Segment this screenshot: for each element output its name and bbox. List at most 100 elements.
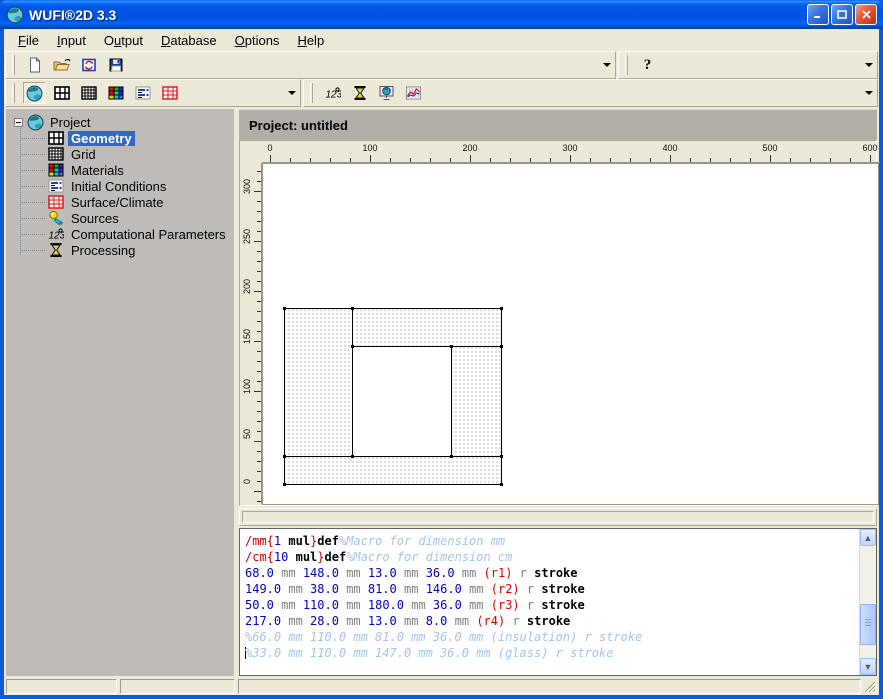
tree-item-sources[interactable]: Sources [48,210,122,226]
toolbar-grip[interactable] [12,83,15,103]
new-file-icon [27,57,43,73]
ruler-tick [257,331,261,332]
menu-options[interactable]: Options [227,31,288,50]
update-project-button[interactable] [77,54,100,76]
vertex-handle[interactable] [500,483,503,486]
code-line: 149.0 mm 38.0 mm 81.0 mm 146.0 mm (r2) r… [245,581,858,597]
ruler-label: 150 [242,329,253,344]
geometry-rect-r1[interactable] [284,308,353,457]
vertex-handle[interactable] [283,455,286,458]
geometry-rect-r4[interactable] [284,456,502,485]
vertex-handle[interactable] [351,345,354,348]
code-editor[interactable]: /mm{1 mul}def%Macro for dimension mm/cm{… [240,529,858,675]
main-area: ProjectGeometryGridMaterialsInitial Cond… [4,107,879,678]
scroll-up-button[interactable]: ▲ [860,529,876,546]
tree-item-grid[interactable]: Grid [48,146,99,162]
tree-item-label: Computational Parameters [68,227,229,242]
results-button[interactable] [375,82,398,104]
vertex-handle[interactable] [500,345,503,348]
maximize-button[interactable] [831,4,853,25]
vertex-handle[interactable] [283,307,286,310]
vertex-handle[interactable] [283,483,286,486]
tree-item-surface-climate[interactable]: Surface/Climate [48,194,166,210]
toolbar-grip[interactable] [625,55,628,75]
ruler-tick [257,401,261,402]
toolbar-overflow-icon[interactable] [288,91,296,95]
minimize-button[interactable] [807,4,829,25]
project-globe-button[interactable] [23,82,46,104]
status-panel-2 [120,679,235,694]
chart-button[interactable] [402,82,425,104]
computational-parameters-button[interactable]: 123 [321,82,344,104]
toolbar-overflow-icon[interactable] [603,63,611,67]
toolbar-grip[interactable] [310,83,313,103]
tree-item-geometry[interactable]: Geometry [48,130,135,146]
vertex-handle[interactable] [351,455,354,458]
open-folder-button[interactable] [50,54,73,76]
new-file-button[interactable] [23,54,46,76]
initial-conditions-icon [135,85,151,101]
ruler-tick [330,158,331,162]
menu-input[interactable]: Input [49,31,94,50]
surface-climate-button[interactable] [158,82,181,104]
ruler-tick [490,158,491,162]
ruler-tick [770,155,771,162]
menu-database[interactable]: Database [153,31,225,50]
toolbar-overflow-icon[interactable] [865,91,873,95]
help-button[interactable]: ? [636,54,659,76]
vertex-handle[interactable] [500,307,503,310]
tree-item-project[interactable]: Project [14,114,93,130]
scroll-down-button[interactable]: ▼ [860,658,876,675]
drawing-canvas[interactable] [262,163,879,505]
scroll-thumb[interactable] [860,604,876,644]
code-line: 217.0 mm 28.0 mm 13.0 mm 8.0 mm (r4) r s… [245,613,858,629]
menu-file[interactable]: File [10,31,47,50]
edit-strip-field[interactable] [242,511,874,523]
tree-item-computational-parameters[interactable]: 123Computational Parameters [48,226,229,242]
results-icon [378,85,395,101]
titlebar[interactable]: WUFI®2D 3.3 [0,0,883,29]
menu-output[interactable]: Output [96,31,151,50]
vertex-handle[interactable] [450,345,453,348]
tree-connector [20,154,46,155]
menu-help[interactable]: Help [289,31,332,50]
toolbar-process-band: 123 [303,79,878,107]
scroll-track[interactable] [860,546,876,658]
tree-item-materials[interactable]: Materials [48,162,127,178]
save-button[interactable] [104,54,127,76]
geometry-rect-r2[interactable] [352,308,502,347]
close-button[interactable] [855,4,877,25]
status-panel-1 [6,679,117,694]
grid-button[interactable] [77,82,100,104]
tree-connector [20,138,46,139]
grid-icon [48,146,64,162]
ruler-tick [257,271,261,272]
ruler-tick [870,155,871,162]
ruler-tick [257,361,261,362]
ruler-tick [710,158,711,162]
ruler-label: 600 [862,143,877,153]
tree-item-initial-conditions[interactable]: Initial Conditions [48,178,169,194]
tree-connector [20,202,46,203]
resize-grip-icon[interactable] [864,681,877,694]
horizontal-ruler: 0100200300400500600 [262,142,880,163]
ruler-label: 300 [562,143,577,153]
materials-icon [48,162,64,178]
tree-expander-icon[interactable] [14,118,23,127]
toolbar-grip[interactable] [12,55,15,75]
toolbar-overflow-icon[interactable] [865,63,873,67]
initial-conditions-button[interactable] [131,82,154,104]
processing-button[interactable] [348,82,371,104]
vertex-handle[interactable] [450,455,453,458]
ruler-tick [690,158,691,162]
geometry-button[interactable] [50,82,73,104]
materials-button[interactable] [104,82,127,104]
geometry-rect-r3[interactable] [451,346,502,457]
ruler-tick [257,301,261,302]
vertex-handle[interactable] [500,455,503,458]
ruler-tick [590,158,591,162]
ruler-tick [570,155,571,162]
vertex-handle[interactable] [351,307,354,310]
toolbar-row-1: ? [4,51,879,79]
tree-item-processing[interactable]: Processing [48,242,138,258]
